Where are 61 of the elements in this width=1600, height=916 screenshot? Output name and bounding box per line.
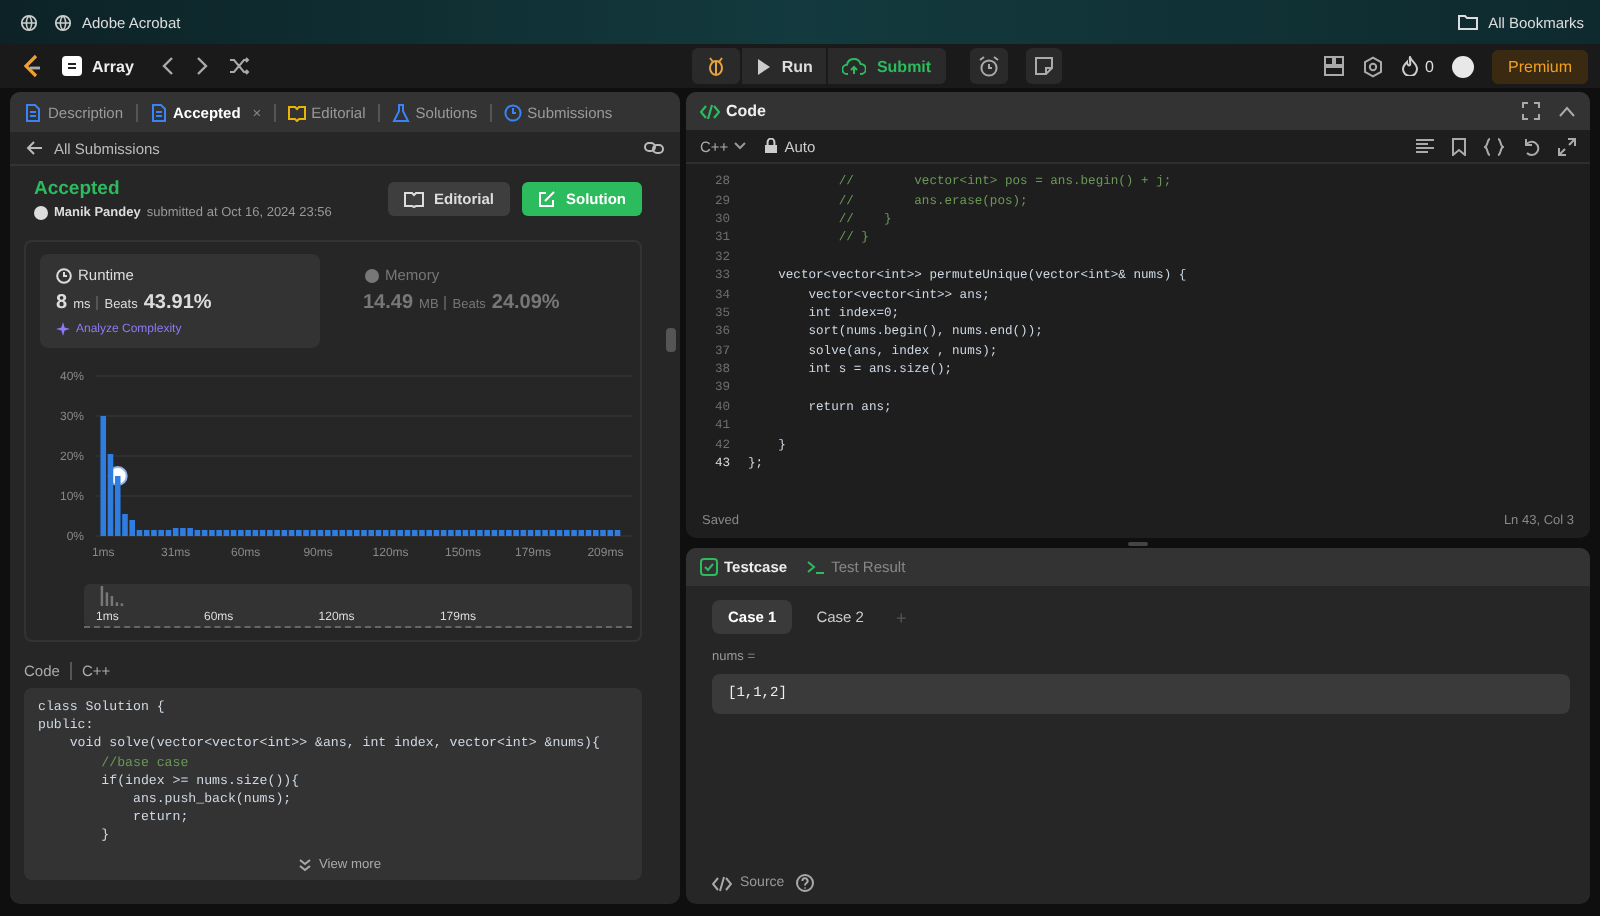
beats-percent: 43.91% bbox=[143, 292, 212, 314]
avatar[interactable] bbox=[1452, 55, 1474, 77]
chip-icon bbox=[363, 267, 379, 283]
help-icon[interactable] bbox=[796, 874, 815, 892]
previous-icon[interactable] bbox=[159, 56, 176, 76]
alarm-clock-icon bbox=[977, 55, 1000, 77]
code-icon bbox=[712, 875, 732, 891]
debug-button[interactable] bbox=[691, 48, 740, 84]
code-icon bbox=[700, 103, 720, 119]
logo-icon[interactable] bbox=[20, 53, 44, 79]
back-arrow-icon bbox=[26, 140, 44, 156]
settings-icon[interactable] bbox=[1361, 55, 1384, 77]
note-icon bbox=[1033, 56, 1054, 76]
fullscreen-icon[interactable] bbox=[1558, 137, 1576, 155]
run-button[interactable]: Run bbox=[741, 48, 827, 84]
submit-button[interactable]: Submit bbox=[828, 48, 946, 84]
globe-icon bbox=[54, 13, 72, 31]
shuffle-icon[interactable] bbox=[227, 56, 250, 76]
globe-icon bbox=[20, 13, 38, 31]
stat-value: 14.49 bbox=[363, 292, 414, 314]
link-icon[interactable] bbox=[644, 140, 664, 156]
document-icon bbox=[149, 103, 168, 121]
code-panel-title: Code bbox=[700, 102, 766, 120]
beats-percent: 24.09% bbox=[491, 292, 560, 314]
notes-button[interactable] bbox=[1025, 48, 1062, 84]
maximize-icon[interactable] bbox=[1522, 102, 1540, 120]
bug-icon bbox=[705, 56, 726, 76]
clock-icon bbox=[503, 103, 522, 121]
chevron-down-icon bbox=[298, 857, 313, 872]
layout-icon[interactable] bbox=[1323, 56, 1344, 76]
terminal-icon bbox=[805, 558, 826, 576]
caret-icon bbox=[734, 142, 747, 150]
document-icon bbox=[24, 103, 42, 121]
resize-handle[interactable] bbox=[1128, 541, 1148, 545]
premium-button[interactable]: Premium bbox=[1492, 49, 1589, 83]
folder-icon bbox=[1458, 14, 1479, 30]
flame-icon bbox=[1401, 56, 1418, 76]
play-icon bbox=[755, 57, 772, 75]
book-icon bbox=[403, 191, 424, 207]
reset-icon[interactable] bbox=[1522, 137, 1540, 155]
bookmark-icon[interactable] bbox=[1452, 137, 1466, 155]
submission-status: Accepted bbox=[34, 178, 122, 200]
collapse-icon[interactable] bbox=[1558, 105, 1576, 117]
stat-value: 8 bbox=[56, 292, 68, 314]
clock-icon bbox=[56, 267, 72, 283]
braces-icon[interactable] bbox=[1484, 137, 1504, 155]
user-avatar bbox=[34, 206, 48, 220]
lock-icon bbox=[764, 138, 779, 154]
format-icon[interactable] bbox=[1416, 138, 1434, 154]
checkbox-icon bbox=[700, 558, 718, 576]
cloud-upload-icon bbox=[842, 57, 867, 75]
problem-list-button[interactable]: Array bbox=[62, 56, 142, 76]
alarm-button[interactable] bbox=[969, 48, 1008, 84]
list-icon bbox=[62, 56, 82, 76]
streak-counter[interactable]: 0 bbox=[1401, 56, 1434, 76]
book-icon bbox=[287, 103, 306, 121]
next-icon[interactable] bbox=[193, 56, 210, 76]
scrollbar[interactable] bbox=[666, 328, 676, 352]
edit-icon bbox=[538, 190, 556, 208]
sparkle-icon bbox=[56, 322, 70, 336]
flask-icon bbox=[391, 103, 410, 121]
